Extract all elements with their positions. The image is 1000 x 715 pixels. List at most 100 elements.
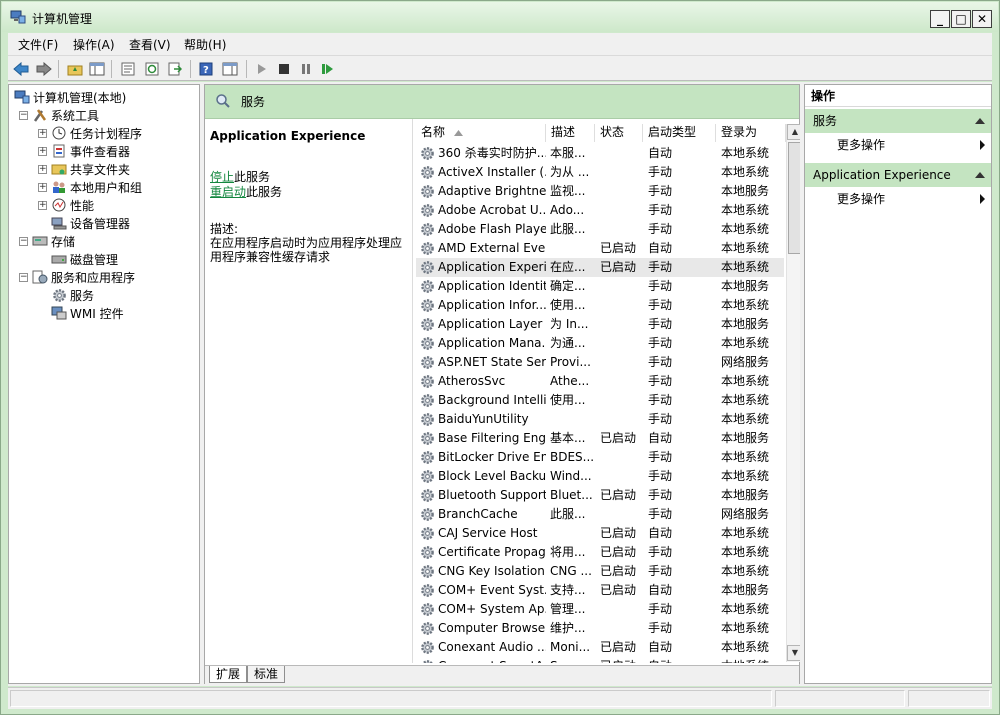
- expand-icon[interactable]: +: [38, 182, 47, 192]
- services-panel: 服务 Application Experience 停止此服务 重启动此服务 描…: [204, 84, 800, 684]
- pause-service-button[interactable]: [297, 60, 315, 78]
- scroll-up-button[interactable]: ▲: [787, 124, 800, 140]
- service-name: CNG Key Isolation: [438, 564, 545, 578]
- service-row[interactable]: AMD External Eve... 已启动 自动 本地系统: [416, 239, 784, 258]
- service-logon-as: 本地系统: [721, 241, 770, 255]
- export-list-button[interactable]: [166, 60, 184, 78]
- tab-extended[interactable]: 扩展: [209, 666, 248, 683]
- tree-item[interactable]: 设备管理器: [38, 214, 130, 232]
- tree-item[interactable]: − 系统工具: [19, 106, 99, 124]
- maximize-button[interactable]: □: [951, 10, 971, 28]
- collapse-icon[interactable]: −: [19, 110, 28, 120]
- service-row[interactable]: Adobe Acrobat U... Ado... 手动 本地系统: [416, 201, 784, 220]
- vertical-scrollbar[interactable]: ▲ ▼: [786, 124, 800, 662]
- service-row[interactable]: COM+ Event Syst... 支持... 已启动 自动 本地服务: [416, 581, 784, 600]
- svg-text:?: ?: [203, 65, 209, 76]
- tree-item[interactable]: + 性能: [38, 196, 94, 214]
- service-row[interactable]: Application Infor... 使用... 手动 本地系统: [416, 296, 784, 315]
- service-name: Application Layer ...: [438, 317, 546, 331]
- service-logon-as: 本地服务: [721, 431, 770, 445]
- services-more-actions[interactable]: 更多操作: [805, 135, 991, 155]
- menu-file[interactable]: 文件(F): [18, 36, 58, 53]
- service-row[interactable]: Application Mana... 为通... 手动 本地系统: [416, 334, 784, 353]
- show-hide-action-pane-button[interactable]: [221, 60, 239, 78]
- menu-action[interactable]: 操作(A): [73, 36, 115, 53]
- service-row[interactable]: Bluetooth Support... Bluet... 已启动手动 本地服务: [416, 486, 784, 505]
- restart-service-button[interactable]: [319, 60, 337, 78]
- actions-section-selected-service[interactable]: Application Experience: [805, 163, 991, 187]
- tree-item[interactable]: 服务: [38, 286, 94, 304]
- menu-view[interactable]: 查看(V): [129, 36, 171, 53]
- help-button[interactable]: ?: [197, 60, 215, 78]
- stop-service-button[interactable]: [275, 60, 293, 78]
- service-row[interactable]: Conexant SmartA... Smar... 已启动自动本地系统: [416, 657, 784, 663]
- tree-item[interactable]: + 任务计划程序: [38, 124, 142, 142]
- service-row[interactable]: Adaptive Brightness 监视... 手动 本地服务: [416, 182, 784, 201]
- restart-service-link[interactable]: 重启动: [210, 185, 246, 199]
- service-row[interactable]: Adobe Flash Playe... 此服... 手动 本地系统: [416, 220, 784, 239]
- service-logon-as: 网络服务: [721, 507, 770, 521]
- expand-icon[interactable]: +: [38, 128, 47, 138]
- service-row[interactable]: Application Experi... 在应... 已启动手动 本地系统: [416, 258, 784, 277]
- tree-item-label: 共享文件夹: [70, 162, 131, 177]
- service-startup-type: 手动: [648, 184, 673, 198]
- collapse-triangle-icon: [975, 118, 985, 124]
- tree-item[interactable]: 磁盘管理: [38, 250, 118, 268]
- service-row[interactable]: Application Layer ... 为 In... 手动 本地服务: [416, 315, 784, 334]
- service-row[interactable]: Block Level Backu... Wind... 手动 本地系统: [416, 467, 784, 486]
- service-row[interactable]: BranchCache 此服... 手动 网络服务: [416, 505, 784, 524]
- column-header-description[interactable]: 描述: [546, 124, 595, 142]
- scroll-thumb[interactable]: [788, 142, 800, 254]
- actions-section-services[interactable]: 服务: [805, 109, 991, 133]
- forward-button[interactable]: [35, 60, 53, 78]
- up-level-button[interactable]: [66, 60, 84, 78]
- service-row[interactable]: CNG Key Isolation CNG ... 已启动 手动 本地系统: [416, 562, 784, 581]
- expand-icon[interactable]: +: [38, 200, 47, 210]
- back-button[interactable]: [12, 60, 30, 78]
- service-description: BDES...: [550, 450, 594, 464]
- tree-item[interactable]: − 服务和应用程序: [19, 268, 135, 286]
- service-row[interactable]: ASP.NET State Ser... Provi... 手动 网络服务: [416, 353, 784, 372]
- service-row[interactable]: AtherosSvc Athe... 手动 本地系统: [416, 372, 784, 391]
- back-arrow-icon: [13, 62, 29, 76]
- service-row[interactable]: CAJ Service Host 已启动 自动 本地系统: [416, 524, 784, 543]
- expand-icon[interactable]: +: [38, 164, 47, 174]
- tree-item[interactable]: + 事件查看器: [38, 142, 130, 160]
- start-service-button[interactable]: [253, 60, 271, 78]
- tree-item[interactable]: + 共享文件夹: [38, 160, 130, 178]
- service-row[interactable]: ActiveX Installer (... 为从 ... 手动 本地系统: [416, 163, 784, 182]
- column-header-logon-as[interactable]: 登录为: [716, 124, 786, 142]
- service-row[interactable]: Application Identity 确定... 手动 本地服务: [416, 277, 784, 296]
- service-row[interactable]: BitLocker Drive En... BDES... 手动 本地系统: [416, 448, 784, 467]
- service-row[interactable]: Computer Browser 维护... 手动 本地系统: [416, 619, 784, 638]
- selected-service-name: Application Experience: [210, 129, 366, 143]
- column-header-startup-type[interactable]: 启动类型: [643, 124, 716, 142]
- stop-service-link[interactable]: 停止: [210, 170, 234, 184]
- expand-icon[interactable]: +: [38, 146, 47, 156]
- collapse-icon[interactable]: −: [19, 272, 28, 282]
- column-header-status[interactable]: 状态: [595, 124, 643, 142]
- tree-item[interactable]: WMI 控件: [38, 304, 124, 322]
- scroll-down-button[interactable]: ▼: [787, 645, 800, 661]
- collapse-icon[interactable]: −: [19, 236, 28, 246]
- minimize-button[interactable]: _: [930, 10, 950, 28]
- close-button[interactable]: ✕: [972, 10, 992, 28]
- tree-item[interactable]: − 存储: [19, 232, 75, 250]
- tree-item[interactable]: 计算机管理(本地): [14, 88, 126, 106]
- menu-help[interactable]: 帮助(H): [184, 36, 226, 53]
- service-row[interactable]: Background Intelli... 使用... 手动 本地系统: [416, 391, 784, 410]
- properties-button[interactable]: [119, 60, 137, 78]
- view-tabs: 扩展 标准: [205, 665, 799, 684]
- service-row[interactable]: Certificate Propag... 将用... 已启动 手动 本地系统: [416, 543, 784, 562]
- tree-item[interactable]: + 本地用户和组: [38, 178, 142, 196]
- column-header-name[interactable]: 名称: [416, 124, 546, 142]
- service-row[interactable]: 360 杀毒实时防护... 本服... 自动 本地系统: [416, 144, 784, 163]
- service-row[interactable]: Conexant Audio ... Moni... 已启动 自动 本地系统: [416, 638, 784, 657]
- service-row[interactable]: Base Filtering Engi... 基本... 已启动自动 本地服务: [416, 429, 784, 448]
- selected-service-more-actions[interactable]: 更多操作: [805, 189, 991, 209]
- show-hide-tree-button[interactable]: [88, 60, 106, 78]
- service-row[interactable]: BaiduYunUtility 手动 本地系统: [416, 410, 784, 429]
- refresh-button[interactable]: [143, 60, 161, 78]
- service-row[interactable]: COM+ System Ap... 管理... 手动 本地系统: [416, 600, 784, 619]
- tab-standard[interactable]: 标准: [247, 666, 286, 683]
